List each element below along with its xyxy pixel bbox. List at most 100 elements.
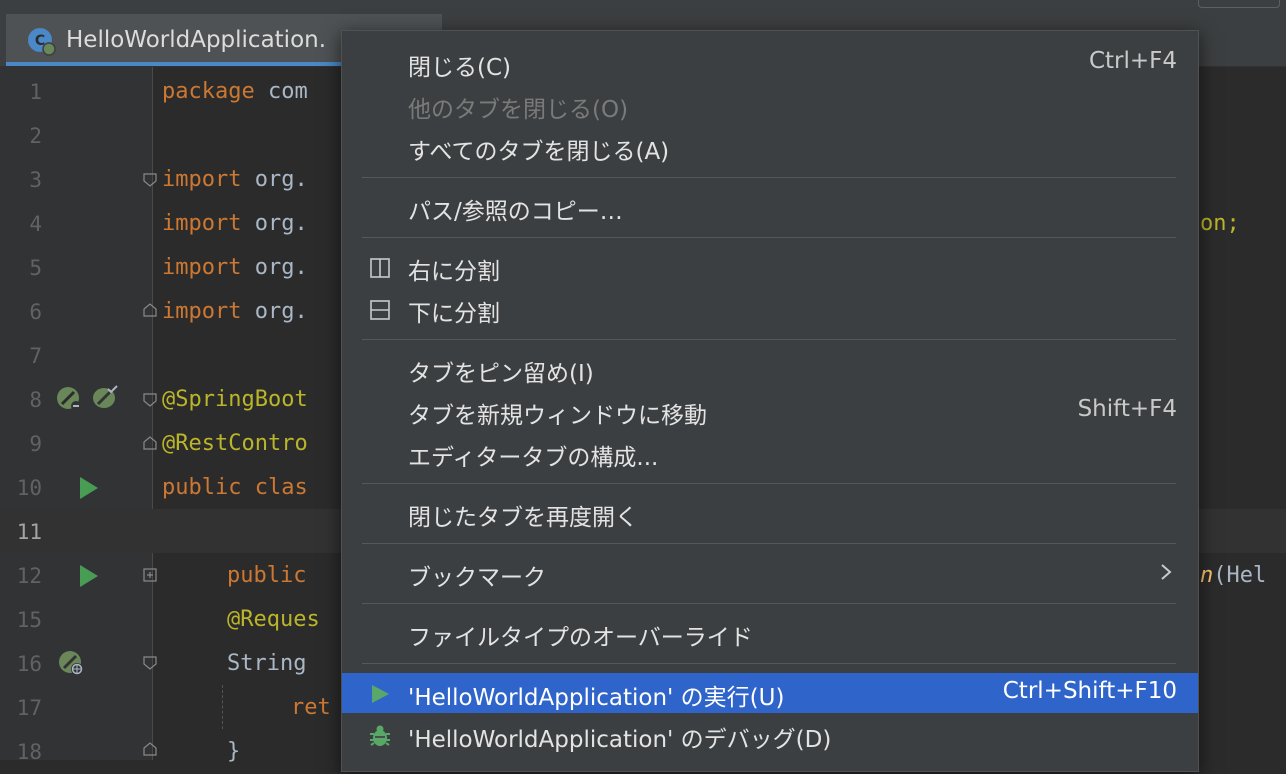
window-top-strip: [0, 0, 1286, 14]
menu-separator: [362, 603, 1176, 604]
menu-item-reopen-closed-tab[interactable]: 閉じたタブを再度開く: [342, 493, 1198, 533]
menu-item-override-file-type[interactable]: ファイルタイプのオーバーライド: [342, 613, 1198, 653]
code-line-right: on;: [1200, 202, 1240, 246]
menu-item-move-to-new-window[interactable]: タブを新規ウィンドウに移動 Shift+F4: [342, 391, 1198, 431]
keyword: import: [162, 299, 242, 324]
fold-marker-icon[interactable]: [143, 303, 157, 317]
line-number: 10: [16, 476, 42, 500]
annotation: @SpringBoot: [162, 387, 308, 412]
code-line: import org.: [162, 202, 308, 246]
menu-item-label: 'HelloWorldApplication' のデバッグ(D): [408, 727, 832, 753]
code-text: org.: [241, 167, 308, 192]
menu-item-label: ブックマーク: [408, 565, 546, 591]
menu-item-label: すべてのタブを閉じる(A): [408, 139, 670, 165]
keyword: ret: [291, 695, 331, 720]
annotation: @Reques: [227, 607, 320, 632]
menu-item-copy-path[interactable]: パス/参照のコピー…: [342, 187, 1198, 227]
split-down-icon: [370, 300, 390, 320]
method-name: n: [1200, 563, 1214, 588]
menu-item-label: 'HelloWorldApplication' の実行(U): [408, 685, 785, 711]
fold-expand-icon[interactable]: [143, 568, 157, 582]
code-line: public: [227, 554, 306, 598]
fold-marker-icon[interactable]: [143, 393, 157, 407]
fold-marker-icon[interactable]: [143, 656, 157, 670]
menu-item-label: タブをピン留め(I): [408, 361, 594, 387]
menu-item-run-application[interactable]: 'HelloWorldApplication' の実行(U) Ctrl+Shif…: [342, 673, 1198, 713]
fold-marker-icon[interactable]: [143, 173, 157, 187]
web-endpoint-icon[interactable]: [58, 650, 84, 676]
code-text: org.: [241, 255, 308, 280]
keyword: import: [162, 255, 242, 280]
line-number-current: 11: [16, 520, 42, 544]
menu-item-pin-tab[interactable]: タブをピン留め(I): [342, 349, 1198, 389]
fold-marker-icon[interactable]: [143, 436, 157, 450]
line-number: 1: [29, 80, 42, 104]
code-line: }: [227, 730, 240, 774]
code-line: @SpringBoot: [162, 378, 308, 422]
menu-item-split-right[interactable]: 右に分割: [342, 247, 1198, 287]
menu-item-configure-tabs[interactable]: エディタータブの構成...: [342, 433, 1198, 473]
menu-item-close[interactable]: 閉じる(C) Ctrl+F4: [342, 43, 1198, 83]
spring-bean-icon[interactable]: [56, 386, 82, 412]
menu-item-debug-application[interactable]: 'HelloWorldApplication' のデバッグ(D): [342, 715, 1198, 755]
menu-item-label: 閉じる(C): [408, 55, 512, 81]
keyword: import: [162, 211, 242, 236]
run-gutter-icon[interactable]: [76, 475, 102, 501]
code-text: org.: [241, 211, 308, 236]
menu-item-label: エディタータブの構成...: [408, 445, 659, 471]
annotation: @RestContro: [162, 431, 308, 456]
menu-item-label: 下に分割: [408, 301, 500, 327]
code-line: import org.: [162, 158, 308, 202]
code-line: import org.: [162, 246, 308, 290]
run-gutter-icon[interactable]: [76, 563, 102, 589]
code-text: org.: [241, 299, 308, 324]
spring-bean-check-icon[interactable]: [92, 384, 118, 410]
code-text: on;: [1200, 211, 1240, 236]
split-right-icon: [370, 258, 390, 278]
menu-item-bookmarks[interactable]: ブックマーク: [342, 553, 1198, 593]
menu-item-split-down[interactable]: 下に分割: [342, 289, 1198, 329]
menu-item-label: パス/参照のコピー…: [408, 199, 623, 225]
line-number: 2: [29, 124, 42, 148]
code-text: }: [227, 739, 241, 764]
menu-separator: [362, 177, 1176, 178]
chevron-right-icon: [1161, 564, 1172, 580]
tab-title: HelloWorldApplication.: [66, 27, 327, 53]
code-text: String: [227, 651, 307, 676]
menu-item-close-others[interactable]: 他のタブを閉じる(O): [342, 85, 1198, 125]
menu-item-label: 他のタブを閉じる(O): [408, 97, 629, 123]
code-text: (Hel: [1213, 563, 1267, 588]
menu-item-close-all[interactable]: すべてのタブを閉じる(A): [342, 127, 1198, 167]
menu-separator: [362, 483, 1176, 484]
indent-guide: [222, 685, 224, 729]
toolbar-button-partial[interactable]: [1198, 0, 1280, 8]
code-line: @RestContro: [162, 422, 308, 466]
code-text: com: [254, 79, 308, 104]
menu-separator: [362, 543, 1176, 544]
code-line: import org.: [162, 290, 308, 334]
line-number: 9: [29, 432, 42, 456]
keyword: import: [162, 167, 242, 192]
keyword: package: [162, 79, 255, 104]
keyword: public: [162, 475, 242, 500]
line-number: 18: [16, 740, 42, 764]
code-line: String: [227, 642, 306, 686]
menu-item-label: 右に分割: [408, 259, 500, 285]
code-line: public clas: [162, 466, 308, 510]
menu-item-label: ファイルタイプのオーバーライド: [408, 625, 753, 651]
fold-marker-icon[interactable]: [143, 742, 157, 756]
keyword: clas: [241, 475, 308, 500]
debug-icon: [370, 725, 390, 746]
line-number: 5: [29, 256, 42, 280]
menu-item-shortcut: Shift+F4: [1077, 396, 1177, 422]
menu-item-label: 閉じたタブを再度開く: [408, 505, 638, 531]
spring-class-icon: C: [28, 28, 56, 56]
menu-separator: [362, 237, 1176, 238]
tab-context-menu: 閉じる(C) Ctrl+F4 他のタブを閉じる(O) すべてのタブを閉じる(A)…: [341, 30, 1199, 772]
menu-separator: [362, 339, 1176, 340]
code-line-right: n(Hel: [1200, 554, 1266, 598]
line-number: 15: [16, 608, 42, 632]
line-number: 16: [16, 652, 42, 676]
menu-item-shortcut: Ctrl+F4: [1088, 48, 1177, 74]
line-number: 12: [16, 564, 42, 588]
